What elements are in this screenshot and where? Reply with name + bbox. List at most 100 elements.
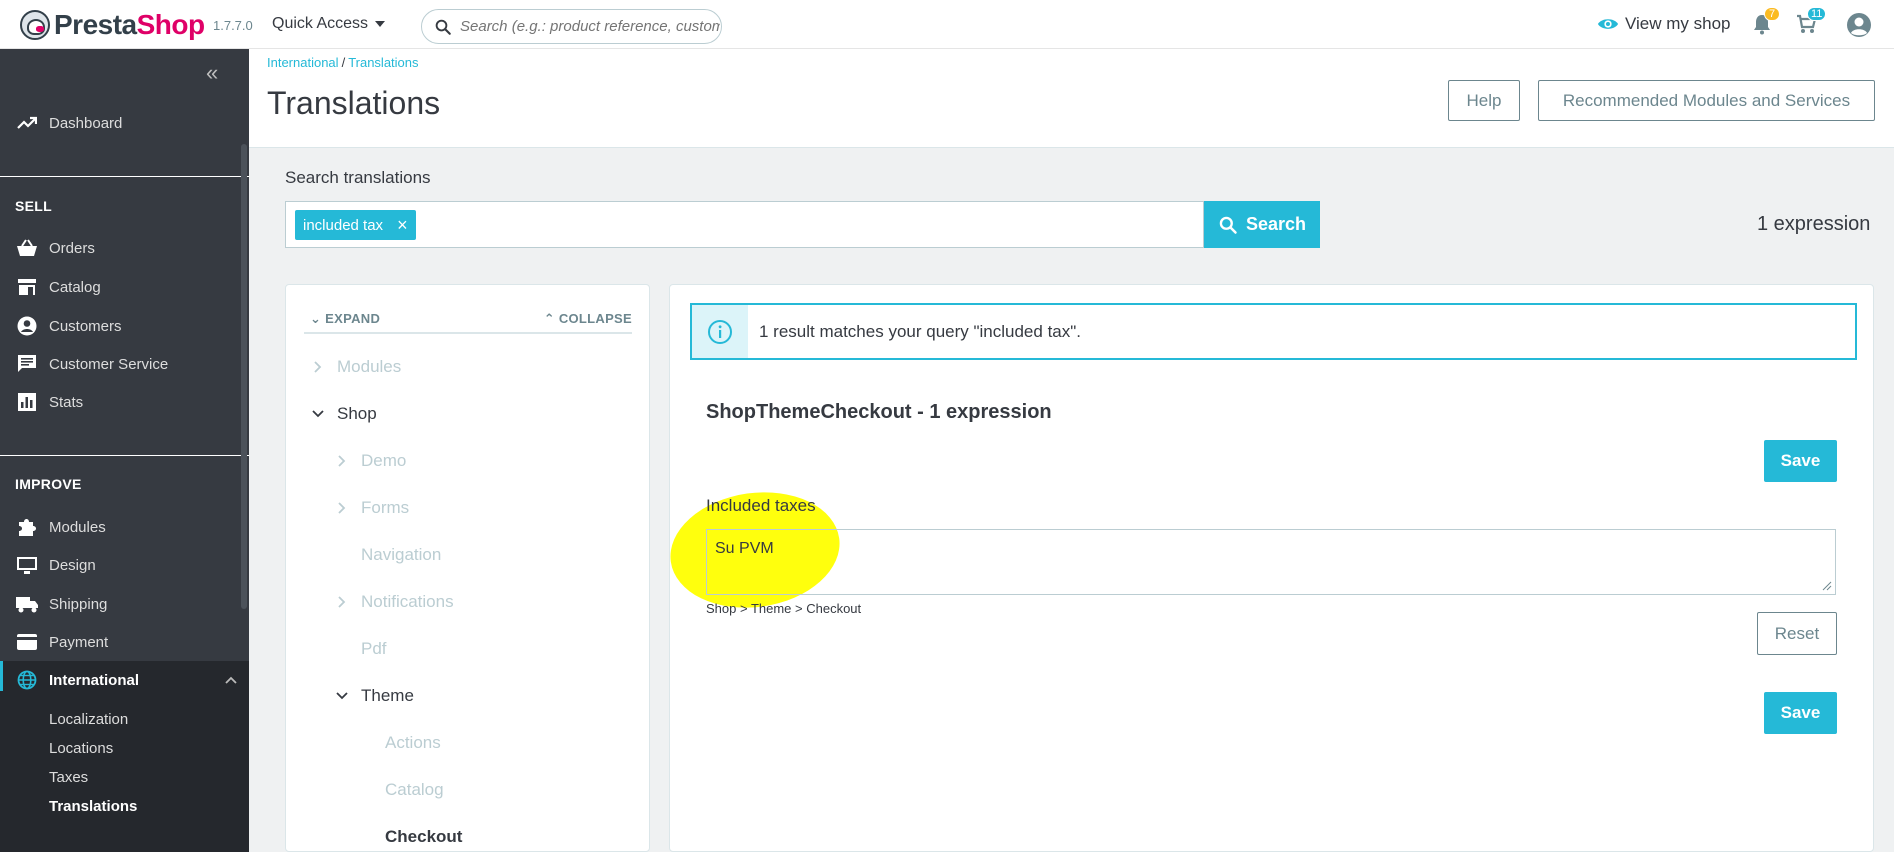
sidebar-section-improve: IMPROVE — [15, 476, 82, 492]
chevron-right-icon — [335, 502, 349, 514]
translation-source-label: Included taxes — [706, 496, 816, 515]
tree-item-forms[interactable]: Forms — [335, 498, 409, 518]
breadcrumb-translations[interactable]: Translations — [348, 55, 418, 70]
tree-item-actions[interactable]: Actions — [385, 733, 441, 753]
tree-item-label: Shop — [337, 404, 377, 423]
submenu-item-taxes[interactable]: Taxes — [49, 769, 88, 786]
sidebar-item-customer-service[interactable]: Customer Service — [0, 345, 249, 383]
submenu-item-localization[interactable]: Localization — [49, 711, 128, 728]
account-circle-icon — [14, 314, 40, 338]
sidebar-item-payment[interactable]: Payment — [0, 623, 249, 661]
view-my-shop-label: View my shop — [1625, 14, 1731, 33]
save-button-bottom[interactable]: Save — [1764, 692, 1837, 734]
sidebar-collapse-icon[interactable]: « — [206, 62, 218, 84]
chevron-right-icon — [335, 596, 349, 608]
notifications-button[interactable]: 7 — [1752, 7, 1780, 40]
collapse-all-button[interactable]: ⌃ COLLAPSE — [544, 311, 632, 327]
translation-path: Shop > Theme > Checkout — [706, 601, 862, 616]
sidebar-item-shipping[interactable]: Shipping — [0, 585, 249, 623]
tree-item-catalog[interactable]: Catalog — [385, 780, 444, 800]
user-account-button[interactable] — [1846, 12, 1872, 43]
page-title: Translations — [267, 85, 441, 121]
submenu-item-locations[interactable]: Locations — [49, 740, 113, 757]
tree-item-navigation[interactable]: Navigation — [361, 545, 441, 565]
alert-message: 1 result matches your query "included ta… — [759, 321, 1082, 341]
save-button-top[interactable]: Save — [1764, 440, 1837, 482]
globe-icon — [14, 668, 40, 692]
tree-item-label: Actions — [385, 733, 441, 752]
search-icon — [435, 19, 451, 35]
version-label: 1.7.7.0 — [213, 18, 253, 33]
tree-item-demo[interactable]: Demo — [335, 451, 406, 471]
search-button-label: Search — [1245, 214, 1307, 234]
sidebar-item-stats[interactable]: Stats — [0, 383, 249, 421]
store-icon — [14, 275, 40, 299]
header-search[interactable] — [421, 9, 722, 44]
translation-results-panel: 1 result matches your query "included ta… — [662, 284, 1874, 852]
sidebar-item-label: Modules — [49, 518, 106, 536]
prestashop-logo[interactable]: PrestaShop — [20, 9, 205, 41]
orders-badge: 11 — [1807, 7, 1827, 21]
tree-item-label: Catalog — [385, 780, 444, 799]
sidebar-item-design[interactable]: Design — [0, 546, 249, 584]
close-icon[interactable]: × — [397, 215, 408, 236]
sidebar-item-orders[interactable]: Orders — [0, 229, 249, 267]
breadcrumb-international[interactable]: International — [267, 55, 339, 70]
domain-group-title: ShopThemeCheckout - 1 expression — [706, 401, 1052, 423]
sidebar-item-label: Design — [49, 556, 96, 574]
logo-text-presta: Presta — [54, 9, 137, 40]
breadcrumb-separator: / — [341, 55, 346, 70]
expression-count: 1 expression — [1757, 213, 1871, 235]
chat-icon — [14, 352, 40, 376]
tree-item-label: Notifications — [361, 592, 454, 611]
submenu-item-translations[interactable]: Translations — [49, 798, 137, 815]
sidebar-item-label: Catalog — [49, 278, 101, 296]
quick-access-dropdown[interactable]: Quick Access — [272, 15, 386, 33]
sidebar-item-label: Payment — [49, 633, 109, 651]
sidebar-item-catalog[interactable]: Catalog — [0, 268, 249, 306]
search-icon — [1219, 216, 1237, 234]
view-my-shop-link[interactable]: View my shop — [1597, 14, 1731, 34]
tree-item-label: Theme — [361, 686, 414, 705]
sidebar-item-modules[interactable]: Modules — [0, 508, 249, 546]
puzzle-icon — [14, 515, 40, 539]
sidebar-divider — [0, 455, 249, 456]
notifications-badge: 7 — [1764, 7, 1780, 21]
sidebar-scrollbar[interactable] — [241, 144, 247, 609]
reset-button[interactable]: Reset — [1757, 612, 1837, 655]
logo-text-shop: Shop — [136, 9, 206, 40]
header-search-input[interactable] — [460, 18, 720, 35]
search-tag: included tax × — [295, 210, 416, 240]
search-tag-label: included tax — [303, 216, 384, 234]
tree-item-theme[interactable]: Theme — [335, 686, 414, 706]
resize-handle-icon[interactable] — [1822, 581, 1832, 591]
sidebar-item-label: Customers — [49, 317, 122, 335]
breadcrumb: International / Translations — [267, 55, 419, 70]
search-tag-input[interactable]: included tax × — [285, 201, 1204, 248]
quick-access-label: Quick Access — [272, 15, 369, 32]
tree-item-pdf[interactable]: Pdf — [361, 639, 387, 659]
translation-input[interactable]: Su PVM — [706, 529, 1836, 595]
orders-notifications-button[interactable]: 11 — [1795, 7, 1827, 40]
info-icon — [692, 305, 748, 358]
sidebar-item-dashboard[interactable]: Dashboard — [0, 104, 249, 142]
chevron-down-icon — [335, 692, 349, 700]
expand-all-button[interactable]: ⌄ EXPAND — [310, 311, 380, 327]
search-button[interactable]: Search — [1204, 201, 1320, 248]
page-header: International / Translations Translations … — [249, 49, 1894, 148]
search-translations-label: Search translations — [285, 168, 431, 187]
user-avatar-icon — [1847, 13, 1871, 37]
tree-item-checkout[interactable]: Checkout — [385, 827, 462, 847]
sidebar-item-customers[interactable]: Customers — [0, 307, 249, 345]
help-button[interactable]: Help — [1448, 80, 1520, 121]
sidebar-item-label: Customer Service — [49, 355, 169, 373]
chevron-right-icon — [335, 455, 349, 467]
recommended-modules-button[interactable]: Recommended Modules and Services — [1538, 80, 1875, 121]
sidebar-item-label: International — [49, 671, 140, 689]
info-alert: 1 result matches your query "included ta… — [690, 303, 1857, 360]
sidebar-item-label: Shipping — [49, 595, 108, 613]
tree-item-notifications[interactable]: Notifications — [335, 592, 454, 612]
tree-item-label: Checkout — [385, 827, 463, 846]
tree-item-modules[interactable]: Modules — [311, 357, 401, 377]
tree-item-shop[interactable]: Shop — [311, 404, 377, 424]
